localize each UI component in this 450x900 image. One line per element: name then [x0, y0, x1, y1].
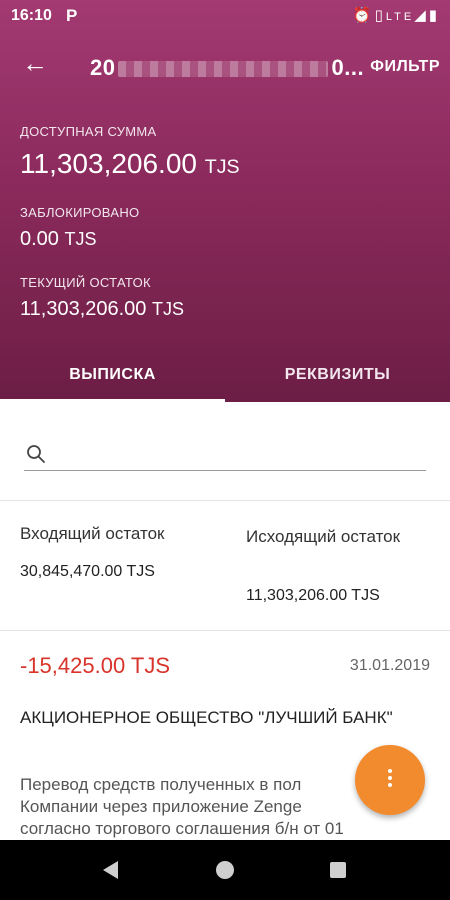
lte-icon: LTE	[385, 11, 415, 23]
blocked-currency: TJS	[64, 229, 97, 249]
alarm-icon: ⏰	[352, 7, 375, 24]
blocked-amount-label: ЗАБЛОКИРОВАНО	[20, 205, 140, 220]
status-bar: 16:10 P ⏰▯LTE◢▮	[0, 0, 450, 34]
status-time: 16:10	[11, 7, 52, 24]
current-balance-amount: 11,303,206.00	[20, 298, 147, 320]
opening-balance-label: Входящий остаток	[20, 524, 165, 543]
parking-notification-icon: P	[66, 6, 78, 25]
more-vert-icon	[387, 769, 393, 791]
more-actions-button[interactable]	[355, 745, 425, 815]
tab-statement[interactable]: ВЫПИСКА	[0, 348, 225, 402]
transaction-date: 31.01.2019	[349, 657, 430, 674]
nav-back-icon[interactable]	[103, 861, 118, 879]
system-navigation-bar	[0, 840, 450, 900]
tab-bar: ВЫПИСКА РЕКВИЗИТЫ	[0, 348, 450, 402]
tab-requisites[interactable]: РЕКВИЗИТЫ	[225, 348, 450, 402]
available-currency: TJS	[204, 156, 240, 178]
nav-home-icon[interactable]	[216, 861, 234, 879]
back-arrow-icon[interactable]: ←	[22, 48, 48, 79]
account-number-title: 20 0...	[90, 55, 364, 81]
blocked-amount-value: 0.00 TJS	[20, 228, 97, 251]
redacted-account-digits	[118, 61, 329, 78]
current-balance-currency: TJS	[151, 299, 184, 319]
opening-balance-value: 30,845,470.00 TJS	[20, 563, 155, 580]
transaction-counterparty: АКЦИОНЕРНОЕ ОБЩЕСТВО "ЛУЧШИЙ БАНК"	[20, 708, 393, 727]
current-balance-value: 11,303,206.00 TJS	[20, 298, 184, 321]
filter-button[interactable]: ФИЛЬТР	[370, 58, 440, 76]
blocked-amount: 0.00	[20, 228, 59, 250]
nav-recents-icon[interactable]	[330, 862, 346, 878]
current-balance-label: ТЕКУЩИЙ ОСТАТОК	[20, 275, 151, 290]
available-amount: 11,303,206.00	[20, 148, 197, 179]
available-amount-label: ДОСТУПНАЯ СУММА	[20, 124, 157, 139]
account-number-start: 20	[90, 55, 116, 80]
closing-balance-label: Исходящий остаток	[246, 527, 401, 546]
transaction-amount: -15,425.00 TJS	[20, 653, 171, 678]
transaction-description-line: согласно торгового соглашения б/н от 01	[20, 819, 344, 838]
available-amount-value: 11,303,206.00 TJS	[20, 148, 240, 180]
app-bar: ← 20 0... ФИЛЬТР	[0, 42, 450, 92]
vibrate-icon: ▯	[374, 7, 386, 24]
search-icon	[27, 445, 45, 463]
account-header: 16:10 P ⏰▯LTE◢▮ ← 20 0... ФИЛЬТР ДОСТУПНА…	[0, 0, 450, 402]
section-divider	[0, 500, 450, 501]
closing-balance-value: 11,303,206.00 TJS	[246, 587, 380, 604]
battery-icon: ▮	[428, 7, 440, 24]
signal-icon: ◢	[414, 7, 429, 24]
search-input[interactable]	[56, 436, 426, 470]
search-underline	[24, 470, 426, 471]
section-divider	[0, 630, 450, 631]
account-number-end: 0...	[331, 55, 365, 80]
system-status-icons: ⏰▯LTE◢▮	[353, 6, 440, 24]
search-area	[0, 402, 450, 500]
